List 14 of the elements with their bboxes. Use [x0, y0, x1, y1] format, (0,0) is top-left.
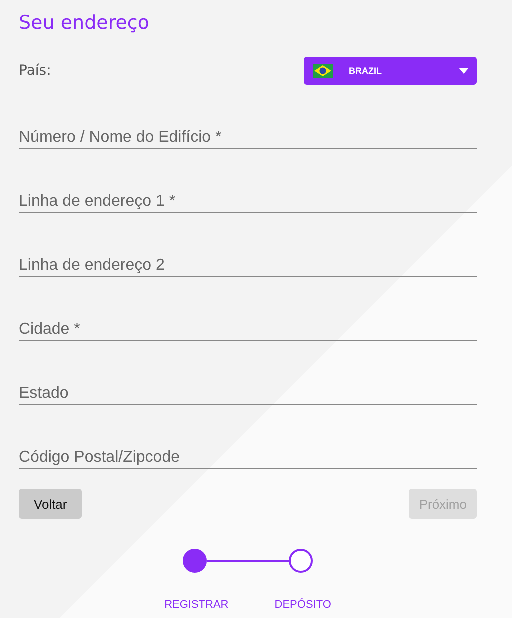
caret-icon	[459, 68, 469, 74]
input-field[interactable]: Código Postal/Zipcode	[19, 428, 477, 469]
flag-icon	[313, 64, 333, 78]
input-field[interactable]: Número / Nome do Edifício *	[19, 108, 477, 149]
step-label: REGISTRAR	[164, 599, 229, 611]
input-field[interactable]: Cidade *	[19, 300, 477, 341]
input-field[interactable]: Linha de endereço 2	[19, 236, 477, 277]
country-dropdown[interactable]: BRAZIL	[304, 57, 477, 85]
back-button[interactable]: Voltar	[19, 489, 82, 519]
form-title: Seu endereço	[19, 11, 150, 36]
input-field[interactable]: Estado	[19, 364, 477, 405]
input-field[interactable]: Linha de endereço 1 *	[19, 172, 477, 213]
country-label: País:	[19, 63, 52, 79]
step-label: DEPÓSITO	[274, 599, 332, 611]
